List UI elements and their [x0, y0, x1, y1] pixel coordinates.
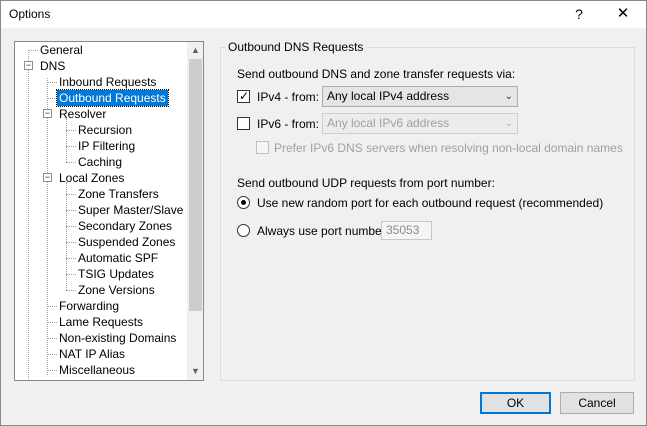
tree-item-automatic-spf[interactable]: Automatic SPF: [76, 250, 160, 266]
tree-line: [47, 338, 57, 339]
tree-item-dns[interactable]: DNS: [38, 58, 67, 74]
tree-item-forwarding[interactable]: Forwarding: [57, 298, 121, 314]
tree-item-general[interactable]: General: [38, 42, 85, 58]
tree-line: [47, 370, 57, 371]
tree-item-secondary-zones[interactable]: Secondary Zones: [76, 218, 174, 234]
cancel-button[interactable]: Cancel: [560, 392, 634, 414]
tree-line: [66, 210, 76, 211]
udp-port-label: Send outbound UDP requests from port num…: [237, 176, 495, 190]
tree-line: [66, 162, 76, 163]
tree-item-caching[interactable]: Caching: [76, 154, 124, 170]
scroll-up-icon[interactable]: ▲: [187, 42, 203, 59]
tree-line: [66, 194, 76, 195]
tree-line: [66, 290, 76, 291]
tree-line: [47, 78, 48, 375]
ipv6-selected-value: Any local IPv6 address: [327, 116, 450, 130]
tree-line: [66, 242, 76, 243]
help-button[interactable]: ?: [567, 3, 591, 25]
window-title: Options: [9, 7, 51, 21]
tree-scrollbar[interactable]: ▲ ▼: [187, 42, 203, 380]
radio-selected-dot: [241, 200, 246, 205]
collapse-local-zones-icon[interactable]: −: [43, 173, 52, 182]
tree-line: [28, 50, 38, 51]
tree-item-miscellaneous[interactable]: Miscellaneous: [57, 362, 137, 378]
tree-item-ip-filtering[interactable]: IP Filtering: [76, 138, 137, 154]
ipv4-selected-value: Any local IPv4 address: [327, 89, 450, 103]
check-icon: ✓: [239, 89, 250, 103]
tree-item-zone-transfers[interactable]: Zone Transfers: [76, 186, 161, 202]
random-port-label: Use new random port for each outbound re…: [257, 196, 604, 210]
tree-line: [66, 146, 76, 147]
prefer-ipv6-checkbox[interactable]: [256, 141, 269, 154]
group-title: Outbound DNS Requests: [225, 40, 367, 54]
tree-line: [66, 274, 76, 275]
ipv4-address-select[interactable]: Any local IPv4 address ⌄: [322, 86, 518, 107]
collapse-dns-icon[interactable]: −: [24, 61, 33, 70]
ipv6-address-select[interactable]: Any local IPv6 address ⌄: [322, 113, 518, 134]
send-via-label: Send outbound DNS and zone transfer requ…: [237, 67, 516, 81]
tree-item-recursion[interactable]: Recursion: [76, 122, 134, 138]
tree-item-outbound-requests[interactable]: Outbound Requests: [56, 89, 169, 107]
ok-button[interactable]: OK: [480, 392, 551, 414]
tree-line: [47, 354, 57, 355]
scroll-down-icon[interactable]: ▼: [187, 363, 203, 380]
tree-item-resolver[interactable]: Resolver: [57, 106, 108, 122]
tree-item-suspended-zones[interactable]: Suspended Zones: [76, 234, 177, 250]
always-port-label: Always use port number:: [257, 224, 390, 238]
scroll-thumb[interactable]: [189, 59, 202, 311]
tree-line: [66, 258, 76, 259]
prefer-ipv6-label: Prefer IPv6 DNS servers when resolving n…: [274, 141, 623, 155]
tree-line: [47, 82, 57, 83]
always-port-radio[interactable]: [237, 224, 250, 237]
tree-item-nat-ip-alias[interactable]: NAT IP Alias: [57, 346, 127, 362]
tree-item-lame-requests[interactable]: Lame Requests: [57, 314, 145, 330]
tree-line: [28, 50, 29, 380]
tree-line: [66, 226, 76, 227]
random-port-radio[interactable]: [237, 196, 250, 209]
tree-content: − − − General DNS Inbound Requests Outbo…: [15, 42, 187, 380]
tree-item-non-existing-domains[interactable]: Non-existing Domains: [57, 330, 178, 346]
ipv6-label: IPv6 - from:: [257, 117, 320, 131]
tree-item-zone-versions[interactable]: Zone Versions: [76, 282, 157, 298]
close-button[interactable]: ✕: [608, 3, 638, 25]
options-dialog: Options ? ✕ − − − General DNS Inbound Re…: [0, 0, 647, 426]
collapse-resolver-icon[interactable]: −: [43, 109, 52, 118]
port-number-input[interactable]: 35053: [381, 221, 432, 240]
tree-line: [47, 306, 57, 307]
tree-item-tsig-updates[interactable]: TSIG Updates: [76, 266, 156, 282]
tree-item-super-master-slave[interactable]: Super Master/Slave: [76, 202, 185, 218]
tree-line: [47, 322, 57, 323]
tree-line: [66, 118, 67, 162]
options-tree: − − − General DNS Inbound Requests Outbo…: [14, 41, 204, 381]
ipv6-checkbox[interactable]: [237, 117, 250, 130]
tree-item-inbound-requests[interactable]: Inbound Requests: [57, 74, 158, 90]
tree-line: [66, 130, 76, 131]
title-bar: Options ? ✕: [1, 1, 646, 28]
ipv4-checkbox[interactable]: ✓: [237, 89, 250, 103]
chevron-down-icon: ⌄: [504, 91, 513, 102]
tree-line: [47, 98, 57, 99]
chevron-down-icon: ⌄: [504, 118, 513, 129]
tree-item-local-zones[interactable]: Local Zones: [57, 170, 126, 186]
ipv4-label: IPv4 - from:: [257, 90, 320, 104]
